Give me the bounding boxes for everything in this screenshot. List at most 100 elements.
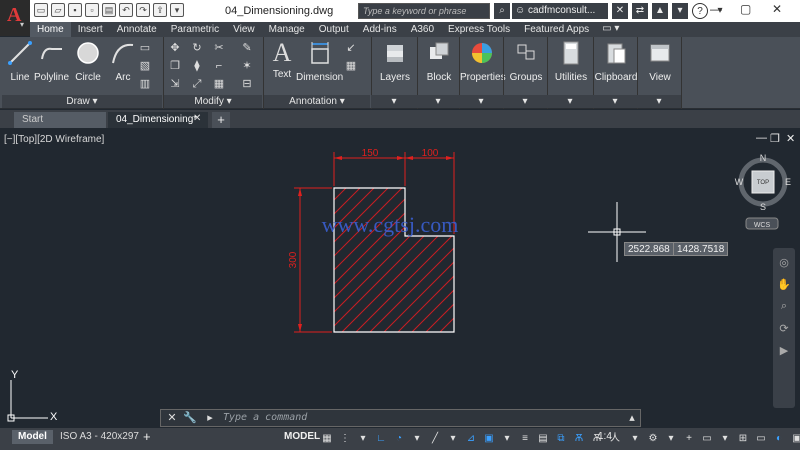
help-button[interactable]: ? (692, 3, 708, 19)
command-prompt-icon[interactable]: ▸ (203, 411, 217, 425)
ribbon-minimize-icon[interactable]: ▭ ▾ (596, 22, 625, 37)
scale-icon[interactable]: ⤢ (190, 77, 204, 91)
ortho-icon[interactable]: ∟ (374, 431, 388, 446)
model-space-toggle[interactable]: MODEL (284, 431, 320, 442)
fillet-icon[interactable]: ⌐ (212, 59, 226, 73)
viewcube-east[interactable]: E (785, 177, 791, 187)
polyline-tool[interactable]: Polyline (34, 39, 69, 83)
tab-close-icon[interactable]: ✕ (193, 113, 201, 124)
transparency-icon[interactable]: ▤ (536, 431, 550, 446)
view-panel-dropdown[interactable]: ▾ (637, 95, 681, 108)
annotation-monitor-icon[interactable]: + (682, 431, 696, 446)
hatch-pattern[interactable] (174, 182, 632, 332)
ribbon-tab-home[interactable]: Home (30, 22, 71, 37)
scale-dropdown-icon[interactable]: ▾ (628, 431, 642, 446)
new-file-icon[interactable]: ▭ (34, 3, 48, 17)
ribbon-tab-annotate[interactable]: Annotate (110, 22, 164, 37)
move-icon[interactable]: ✥ (168, 41, 182, 55)
properties-panel-dropdown[interactable]: ▾ (459, 95, 503, 108)
layout-tab-iso-a3[interactable]: ISO A3 - 420x297 (54, 430, 145, 444)
tab-start[interactable]: Start (14, 112, 106, 128)
viewcube-north[interactable]: N (760, 153, 767, 163)
showmotion-icon[interactable]: ▶ (777, 344, 791, 358)
open-file-icon[interactable]: ▱ (51, 3, 65, 17)
dynamic-input-x[interactable]: 2522.868 (624, 242, 674, 256)
share-icon[interactable]: ⇪ (153, 3, 167, 17)
minimize-icon[interactable]: — (710, 2, 722, 16)
leader-icon[interactable]: ↙ (344, 41, 358, 55)
viewcube-top[interactable]: TOP (757, 180, 769, 186)
dynamic-input-y[interactable]: 1428.7518 (673, 242, 729, 256)
trim-icon[interactable]: ✂ (212, 41, 226, 55)
user-signin[interactable]: ☺ cadfmconsult... (512, 3, 608, 19)
osnap-icon[interactable]: ▣ (482, 431, 496, 446)
ribbon-tab-manage[interactable]: Manage (262, 22, 312, 37)
utilities-panel-dropdown[interactable]: ▾ (547, 95, 593, 108)
isodraft-icon[interactable]: ╱ (428, 431, 442, 446)
command-customize-icon[interactable]: 🔧 (183, 411, 197, 425)
block-panel-button[interactable]: Block (418, 39, 460, 83)
ribbon-tab-express-tools[interactable]: Express Tools (441, 22, 517, 37)
dimension-text-300[interactable]: 300 (288, 251, 299, 268)
clipboard-panel-button[interactable]: Clipboard (594, 39, 638, 83)
clipboard-panel-dropdown[interactable]: ▾ (593, 95, 637, 108)
snap-icon[interactable]: ⋮ (338, 431, 352, 446)
properties-panel-button[interactable]: Properties (460, 39, 506, 83)
utilities-panel-button[interactable]: Utilities (548, 39, 594, 83)
text-tool[interactable]: A Text (268, 39, 296, 81)
gradient-icon[interactable]: ▥ (138, 77, 152, 91)
snap-dropdown-icon[interactable]: ▾ (356, 431, 370, 446)
viewcube-west[interactable]: W (735, 177, 744, 187)
annotation-panel-label[interactable]: Annotation ▾ (264, 95, 370, 108)
workspace-dropdown-icon[interactable]: ▾ (664, 431, 678, 446)
ribbon-tab-output[interactable]: Output (312, 22, 356, 37)
command-history-icon[interactable]: ▴ (625, 411, 639, 425)
orbit-icon[interactable]: ⟳ (777, 322, 791, 336)
new-tab-button[interactable]: + (212, 112, 230, 128)
offset-icon[interactable]: ⊟ (240, 77, 254, 91)
search-input[interactable]: Type a keyword or phrase (358, 3, 490, 19)
polar-dropdown-icon[interactable]: ▾ (410, 431, 424, 446)
mirror-icon[interactable]: ⧫ (190, 59, 204, 73)
table-icon[interactable]: ▦ (344, 59, 358, 73)
array-icon[interactable]: ▦ (212, 77, 226, 91)
ribbon-tab-featured-apps[interactable]: Featured Apps (517, 22, 596, 37)
ribbon-tab-view[interactable]: View (226, 22, 262, 37)
plot-icon[interactable]: ▤ (102, 3, 116, 17)
a360-icon[interactable]: ⇄ (632, 3, 648, 19)
rotate-icon[interactable]: ↻ (190, 41, 204, 55)
ribbon-tab-add-ins[interactable]: Add-ins (356, 22, 404, 37)
ribbon-tab-insert[interactable]: Insert (71, 22, 110, 37)
grid-icon[interactable]: ▦ (320, 431, 334, 446)
annotation-visibility-icon[interactable]: Ѫ (572, 431, 586, 446)
layers-panel-dropdown[interactable]: ▾ (371, 95, 417, 108)
units-icon[interactable]: ▭ (700, 431, 714, 446)
hatch-icon[interactable]: ▧ (138, 59, 152, 73)
command-close-icon[interactable]: ✕ (165, 411, 179, 425)
draw-panel-label[interactable]: Draw ▾ (2, 95, 162, 108)
lineweight-icon[interactable]: ≡ (518, 431, 532, 446)
ribbon-tab-parametric[interactable]: Parametric (164, 22, 226, 37)
isodraft-dropdown-icon[interactable]: ▾ (446, 431, 460, 446)
units-dropdown-icon[interactable]: ▾ (718, 431, 732, 446)
lock-ui-icon[interactable]: ▭ (754, 431, 768, 446)
dimension-text-150[interactable]: 150 (362, 148, 379, 159)
polar-icon[interactable]: ◔ (392, 431, 406, 446)
viewcube-south[interactable]: S (760, 202, 766, 212)
steering-wheel-icon[interactable]: ◎ (777, 256, 791, 270)
drawing-canvas[interactable]: 150 100 300 www.cgtsj.com Y X N S E W TO… (0, 128, 800, 428)
workspace-icon[interactable]: ⚙ (646, 431, 660, 446)
stretch-icon[interactable]: ⇲ (168, 77, 182, 91)
selection-cycling-icon[interactable]: ⧉ (554, 431, 568, 446)
ribbon-tab-a360[interactable]: A360 (404, 22, 441, 37)
explode-icon[interactable]: ✶ (240, 59, 254, 73)
exchange-icon[interactable]: ✕ (612, 3, 628, 19)
app-menu-button[interactable]: A ▾ (0, 0, 30, 36)
layout-tab-model[interactable]: Model (12, 430, 53, 444)
wcs-label[interactable]: WCS (754, 222, 771, 229)
erase-icon[interactable]: ✎ (240, 41, 254, 55)
arc-tool[interactable]: Arc (109, 39, 137, 83)
dimension-text-100[interactable]: 100 (422, 148, 439, 159)
isolate-objects-icon[interactable]: ◐ (772, 431, 786, 446)
command-input[interactable]: Type a command (223, 412, 307, 423)
